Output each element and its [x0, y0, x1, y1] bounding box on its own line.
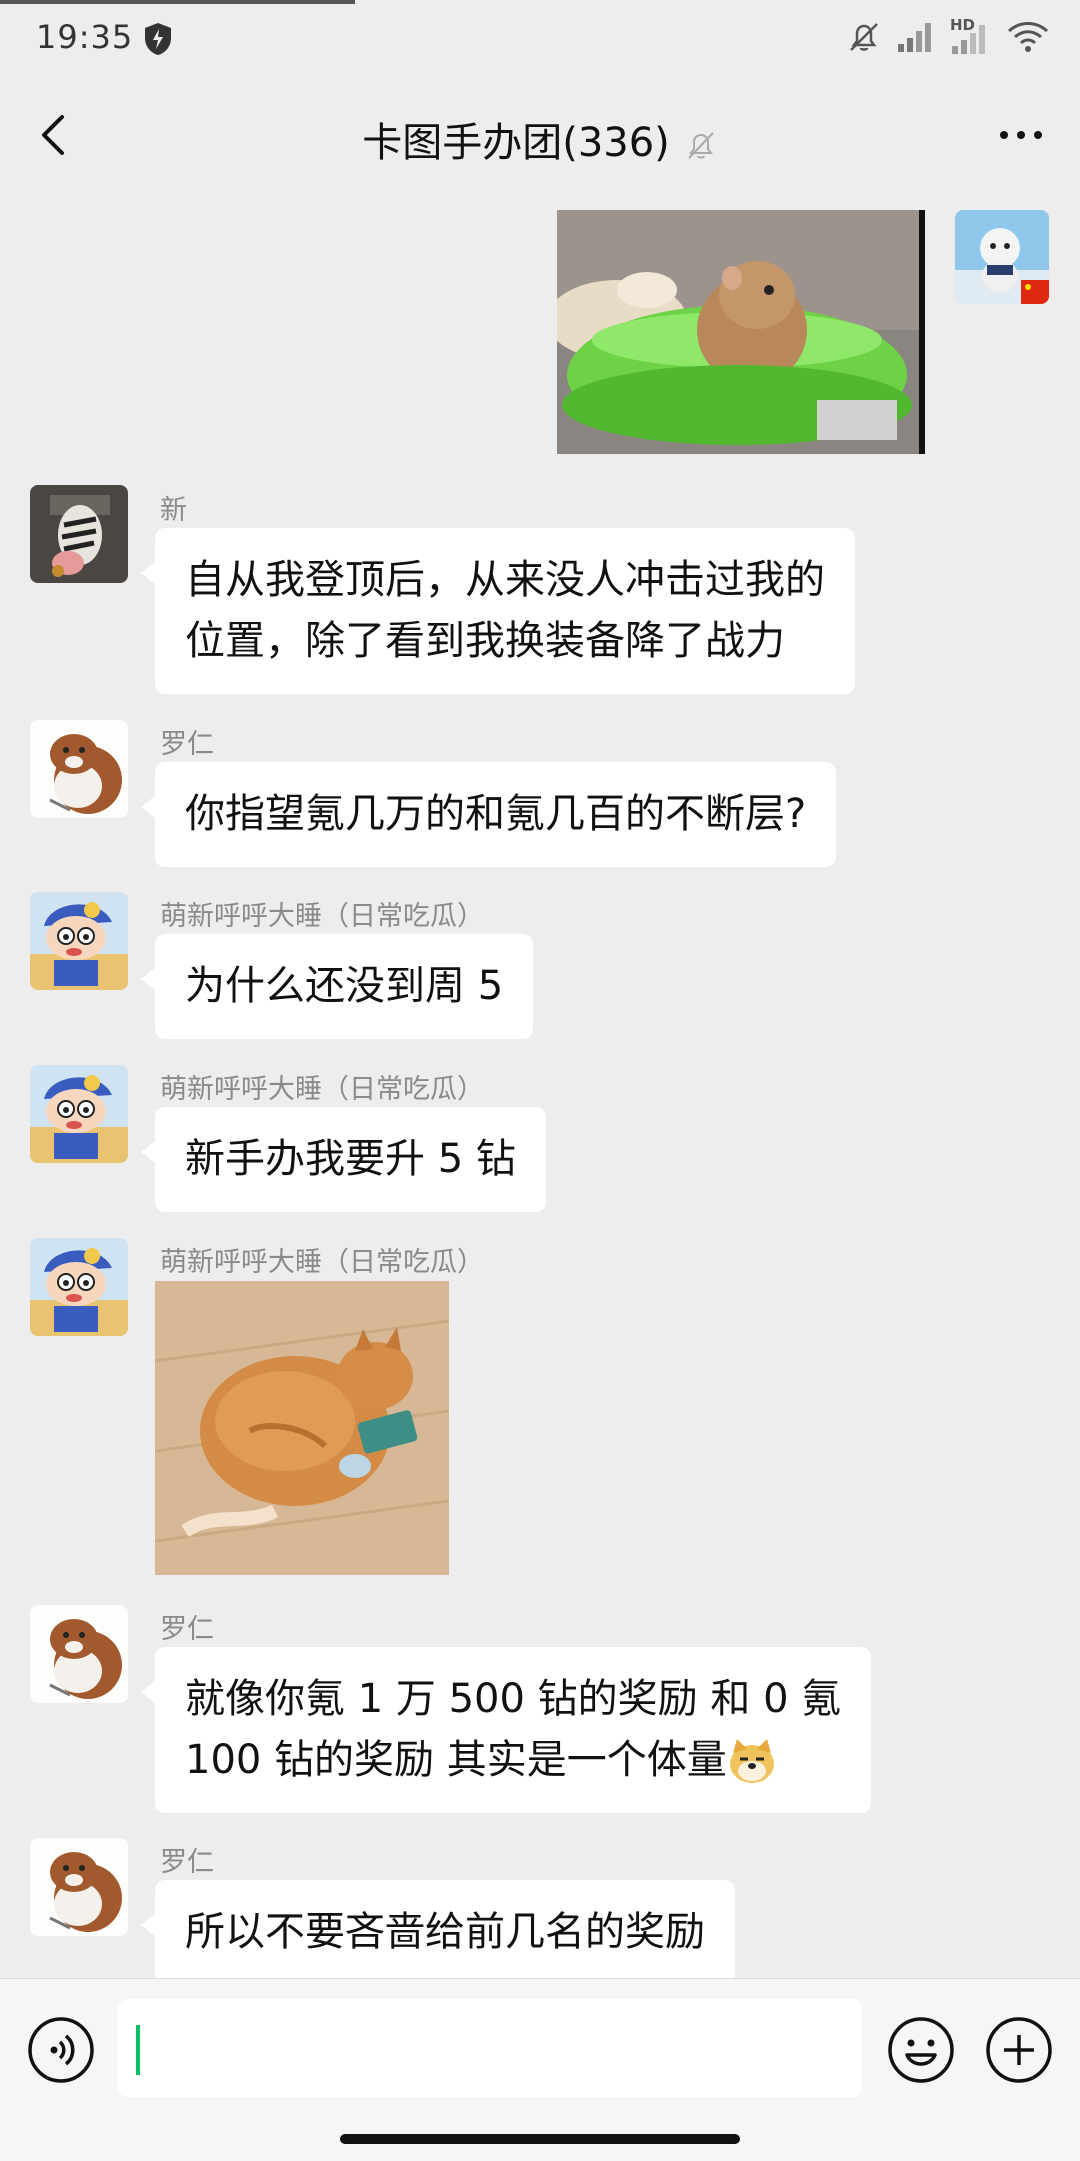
avatar-mengxin[interactable]	[30, 1065, 128, 1163]
signal-hd-icon: HD	[950, 16, 992, 56]
sender-name: 罗仁	[160, 729, 214, 760]
avatar-luoren[interactable]	[30, 720, 128, 818]
message-text-line: 位置，除了看到我换装备降了战力	[185, 618, 785, 664]
message-text-line: 就像你氪 1 万 500 钻的奖励 和 0 氪	[185, 1676, 842, 1722]
message-text-line: 为什么还没到周 5	[185, 963, 504, 1009]
sender-name: 萌新呼呼大睡（日常吃瓜）	[160, 901, 484, 932]
message-text-line: 你指望氪几万的和氪几百的不断层?	[185, 791, 807, 837]
bell-off-icon	[850, 23, 878, 51]
sender-name: 罗仁	[160, 1847, 214, 1878]
message-text-line: 所以不要吝啬给前几名的奖励	[185, 1909, 705, 1955]
message-bubble[interactable]: 就像你氪 1 万 500 钻的奖励 和 0 氪 100 钻的奖励 其实是一个体量	[140, 1647, 872, 1813]
message-text-line: 新手办我要升 5 钻	[185, 1136, 516, 1182]
emoji-icon[interactable]	[886, 2015, 956, 2085]
chat-title: 卡图手办团(336)	[362, 120, 670, 166]
status-bar: 19:35 HD	[0, 0, 1080, 80]
message-input[interactable]	[118, 1999, 862, 2097]
avatar-luoren[interactable]	[30, 1838, 128, 1936]
sender-name: 新	[160, 495, 187, 526]
chat-header: 卡图手办团(336)	[0, 80, 1080, 190]
sender-name: 萌新呼呼大睡（日常吃瓜）	[160, 1074, 484, 1105]
text-cursor	[136, 2025, 140, 2075]
my-avatar[interactable]	[955, 210, 1049, 304]
home-indicator[interactable]	[340, 2134, 740, 2144]
avatar-luoren[interactable]	[30, 1605, 128, 1703]
message-text-line: 100 钻的奖励 其实是一个体量	[185, 1737, 727, 1783]
shield-icon	[145, 23, 171, 55]
voice-icon[interactable]	[26, 2015, 96, 2085]
message-bubble[interactable]: 你指望氪几万的和氪几百的不断层?	[140, 762, 837, 867]
message-bubble[interactable]: 自从我登顶后，从来没人冲击过我的 位置，除了看到我换装备降了战力	[141, 528, 855, 694]
message-text-line: 自从我登顶后，从来没人冲击过我的	[185, 557, 825, 603]
sender-name: 萌新呼呼大睡（日常吃瓜）	[160, 1247, 484, 1278]
sender-name: 罗仁	[160, 1614, 214, 1645]
wifi-icon	[1007, 22, 1049, 52]
message-bubble[interactable]: 为什么还没到周 5	[140, 934, 534, 1039]
mute-icon	[688, 132, 714, 159]
chat-title-row[interactable]: 卡图手办团(336)	[0, 110, 1080, 168]
cat-image[interactable]	[155, 1281, 449, 1575]
plus-icon[interactable]	[984, 2015, 1054, 2085]
doge-emoji-icon	[729, 1739, 774, 1783]
avatar-mengxin[interactable]	[30, 1238, 128, 1336]
avatar-xin[interactable]	[30, 485, 128, 583]
status-time: 19:35	[36, 18, 134, 56]
more-icon[interactable]	[996, 120, 1046, 150]
status-icons: HD	[846, 16, 1050, 56]
signal-icon	[898, 23, 931, 52]
message-list[interactable]: 新 自从我登顶后，从来没人冲击过我的 位置，除了看到我换装备降了战力 罗仁 你指…	[0, 190, 1080, 1978]
top-progress-line	[0, 0, 355, 4]
message-bubble[interactable]: 新手办我要升 5 钻	[141, 1107, 546, 1212]
message-bubble[interactable]: 所以不要吝啬给前几名的奖励	[141, 1880, 735, 1978]
hamster-image[interactable]	[557, 210, 925, 454]
avatar-mengxin[interactable]	[30, 892, 128, 990]
